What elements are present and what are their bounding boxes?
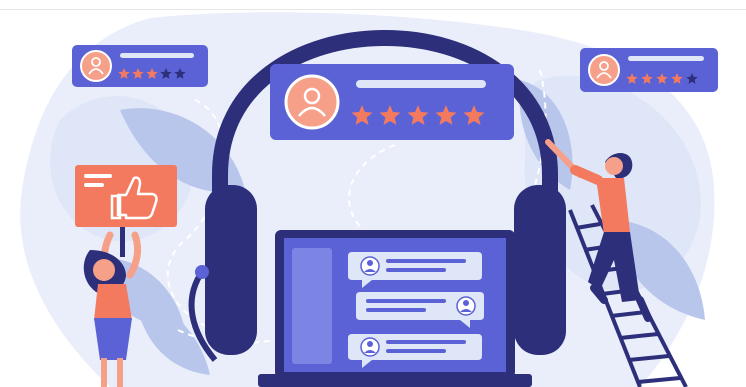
support-illustration <box>20 12 718 387</box>
chat-bubbles <box>348 252 484 368</box>
illustration-stage <box>0 0 746 387</box>
rating-card-left <box>72 45 208 87</box>
rating-card-center <box>270 64 514 140</box>
rating-card-right <box>580 48 718 92</box>
